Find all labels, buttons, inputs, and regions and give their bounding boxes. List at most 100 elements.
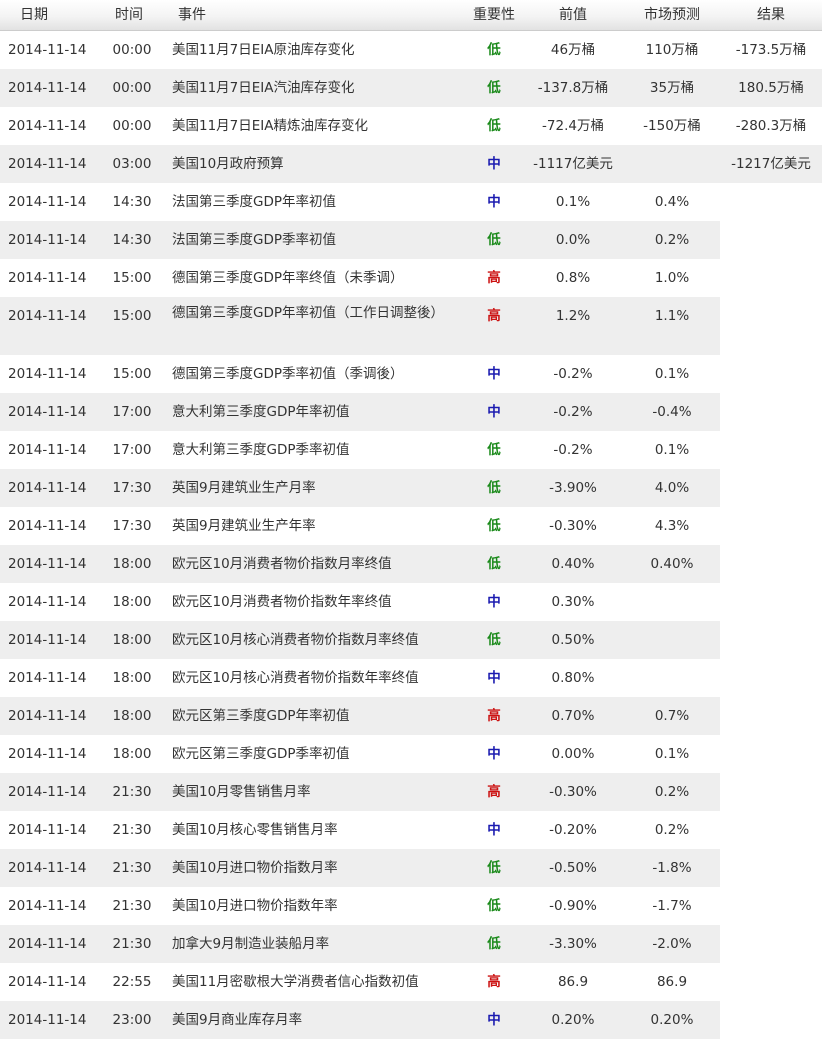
forecast-cell: -1.8% xyxy=(652,860,692,876)
date-cell: 2014-11-14 xyxy=(8,518,87,534)
result-cell xyxy=(720,925,822,934)
date-cell: 2014-11-14 xyxy=(8,308,87,324)
importance-cell: 低 xyxy=(487,118,501,134)
importance-cell: 中 xyxy=(487,670,501,686)
date-cell: 2014-11-14 xyxy=(8,632,87,648)
importance-cell: 中 xyxy=(487,366,501,382)
date-cell: 2014-11-14 xyxy=(8,670,87,686)
date-cell: 2014-11-14 xyxy=(8,42,87,58)
previous-cell: -3.30% xyxy=(549,936,597,952)
forecast-cell: 0.1% xyxy=(654,442,690,458)
result-cell xyxy=(720,431,822,440)
forecast-cell xyxy=(624,145,720,154)
importance-cell: 中 xyxy=(487,1012,501,1028)
importance-cell: 中 xyxy=(487,404,501,420)
previous-cell: -0.20% xyxy=(549,822,597,838)
importance-cell: 低 xyxy=(487,480,501,496)
previous-cell: -0.30% xyxy=(549,518,597,534)
date-cell: 2014-11-14 xyxy=(8,860,87,876)
forecast-cell: 0.1% xyxy=(654,746,690,762)
time-cell: 17:00 xyxy=(112,442,152,458)
result-cell xyxy=(720,545,822,554)
table-row: 2014-11-14 21:30 美国10月进口物价指数年率 低 -0.90% -1.7% xyxy=(0,887,822,925)
event-cell: 美国9月商业库存月率 xyxy=(172,1012,303,1028)
previous-cell: 0.40% xyxy=(551,556,595,572)
time-cell: 15:00 xyxy=(112,366,152,382)
importance-cell: 低 xyxy=(487,556,501,572)
result-cell xyxy=(720,507,822,516)
time-cell: 18:00 xyxy=(112,670,152,686)
importance-cell: 中 xyxy=(487,156,501,172)
forecast-cell: 4.0% xyxy=(654,480,690,496)
event-cell: 美国11月7日EIA汽油库存变化 xyxy=(172,80,355,96)
forecast-cell: 0.40% xyxy=(650,556,694,572)
result-cell xyxy=(720,583,822,592)
table-row: 2014-11-14 15:00 德国第三季度GDP年率初值（工作日调整後） 高 1.2… xyxy=(0,297,822,355)
date-cell: 2014-11-14 xyxy=(8,442,87,458)
calendar-rows: 2014-11-14 00:00 美国11月7日EIA原油库存变化低 46万桶 110万… xyxy=(0,31,822,1039)
importance-cell: 低 xyxy=(487,442,501,458)
importance-cell: 低 xyxy=(487,80,501,96)
table-row: 2014-11-14 17:00 意大利第三季度GDP季率初值 低 -0.2% 0.1% xyxy=(0,431,822,469)
table-row: 2014-11-14 17:30 英国9月建筑业生产月率 低 -3.90% 4.0% xyxy=(0,469,822,507)
table-row: 2014-11-14 14:30 法国第三季度GDP季率初值 低 0.0% 0.2% xyxy=(0,221,822,259)
previous-cell: 0.50% xyxy=(551,632,595,648)
header-date: 日期 xyxy=(20,7,48,23)
table-row: 2014-11-14 17:00 意大利第三季度GDP年率初值 中 -0.2% -0.4% xyxy=(0,393,822,431)
table-row: 2014-11-14 18:00 欧元区10月消费者物价指数月率终值 低 0.40% 0.… xyxy=(0,545,822,583)
previous-cell: -0.2% xyxy=(553,442,593,458)
event-cell: 美国11月7日EIA原油库存变化 xyxy=(172,42,355,58)
forecast-cell: -1.7% xyxy=(652,898,692,914)
event-cell: 英国9月建筑业生产月率 xyxy=(172,480,316,496)
table-row: 2014-11-14 15:00 德国第三季度GDP季率初值（季调後） 中 -0.2% 0… xyxy=(0,355,822,393)
date-cell: 2014-11-14 xyxy=(8,270,87,286)
header-time: 时间 xyxy=(115,7,143,23)
time-cell: 17:30 xyxy=(112,518,152,534)
time-cell: 23:00 xyxy=(112,1012,152,1028)
date-cell: 2014-11-14 xyxy=(8,784,87,800)
date-cell: 2014-11-14 xyxy=(8,366,87,382)
date-cell: 2014-11-14 xyxy=(8,404,87,420)
previous-cell: -0.50% xyxy=(549,860,597,876)
result-cell: 180.5万桶 xyxy=(738,80,804,96)
event-cell: 意大利第三季度GDP年率初值 xyxy=(172,404,350,420)
time-cell: 18:00 xyxy=(112,594,152,610)
result-cell: -280.3万桶 xyxy=(735,118,807,134)
importance-cell: 低 xyxy=(487,42,501,58)
previous-cell: 0.30% xyxy=(551,594,595,610)
importance-cell: 高 xyxy=(487,708,501,724)
time-cell: 21:30 xyxy=(112,936,152,952)
event-cell: 欧元区10月消费者物价指数月率终值 xyxy=(172,556,392,572)
date-cell: 2014-11-14 xyxy=(8,80,87,96)
date-cell: 2014-11-14 xyxy=(8,974,87,990)
header-forecast: 市场预测 xyxy=(644,7,700,23)
date-cell: 2014-11-14 xyxy=(8,1012,87,1028)
time-cell: 18:00 xyxy=(112,746,152,762)
event-cell: 美国11月密歇根大学消费者信心指数初值 xyxy=(172,974,419,990)
event-cell: 欧元区10月消费者物价指数年率终值 xyxy=(172,594,392,610)
result-cell xyxy=(720,621,822,630)
result-cell xyxy=(720,735,822,744)
forecast-cell: -150万桶 xyxy=(643,118,701,134)
time-cell: 15:00 xyxy=(112,308,152,324)
time-cell: 22:55 xyxy=(112,974,152,990)
importance-cell: 低 xyxy=(487,232,501,248)
date-cell: 2014-11-14 xyxy=(8,898,87,914)
date-cell: 2014-11-14 xyxy=(8,936,87,952)
previous-cell: -1117亿美元 xyxy=(533,156,613,172)
time-cell: 18:00 xyxy=(112,632,152,648)
result-cell xyxy=(720,963,822,972)
result-cell xyxy=(720,183,822,192)
header-importance: 重要性 xyxy=(473,7,515,23)
event-cell: 英国9月建筑业生产年率 xyxy=(172,518,316,534)
importance-cell: 低 xyxy=(487,518,501,534)
previous-cell: 0.1% xyxy=(555,194,591,210)
previous-cell: -0.2% xyxy=(553,366,593,382)
event-cell: 美国10月零售销售月率 xyxy=(172,784,311,800)
importance-cell: 高 xyxy=(487,784,501,800)
event-cell: 欧元区第三季度GDP年率初值 xyxy=(172,708,350,724)
importance-cell: 中 xyxy=(487,822,501,838)
time-cell: 14:30 xyxy=(112,194,152,210)
date-cell: 2014-11-14 xyxy=(8,594,87,610)
table-row: 2014-11-14 18:00 欧元区10月核心消费者物价指数月率终值 低 0.50% xyxy=(0,621,822,659)
